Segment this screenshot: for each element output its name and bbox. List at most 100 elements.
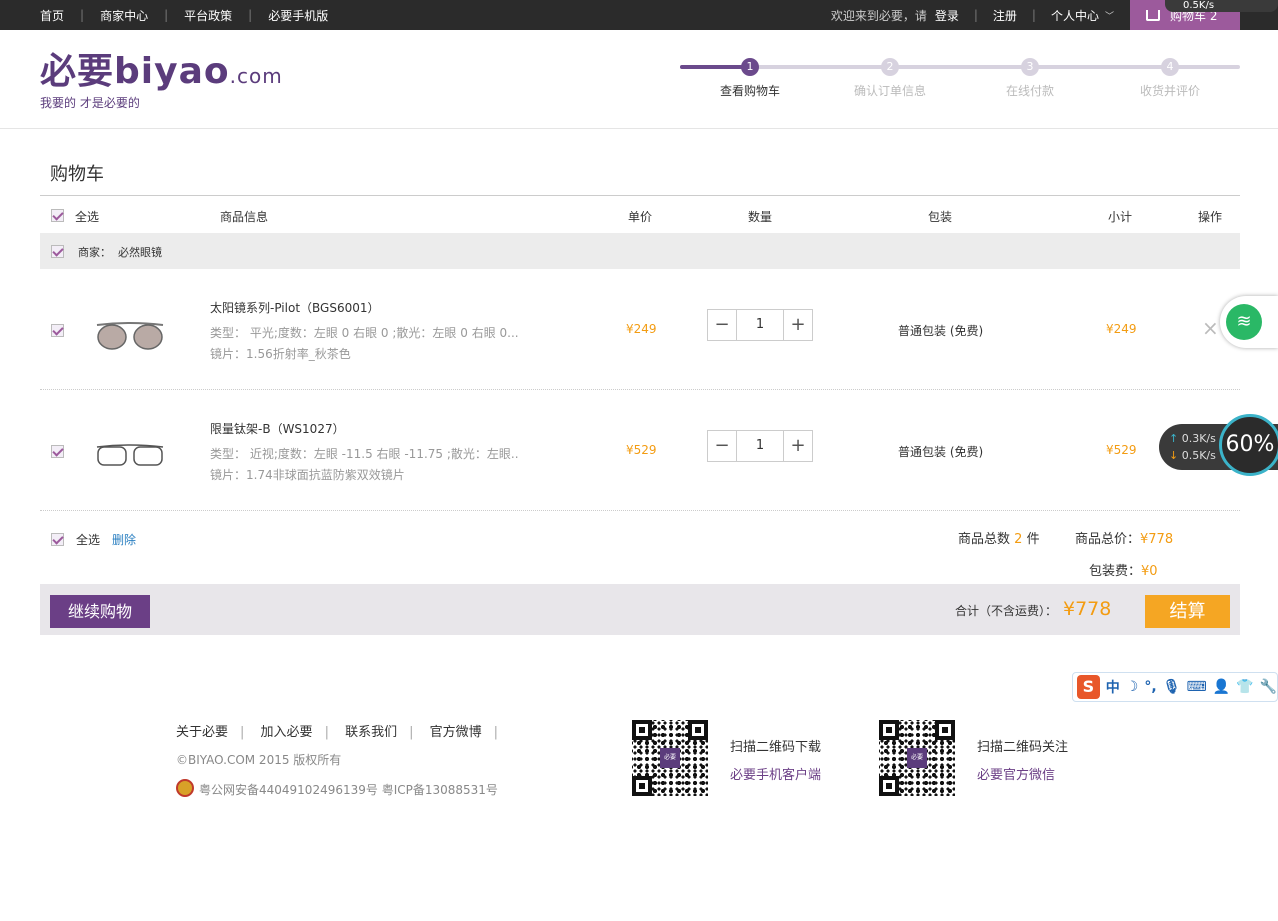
- wifi-icon: ≋: [1226, 304, 1262, 340]
- network-speed-widget[interactable]: ↑ 0.3K/s ↓ 0.5K/s 60%: [1159, 414, 1278, 476]
- step-payment: 3 在线付款: [960, 58, 1100, 99]
- step-review: 4 收货并评价: [1100, 58, 1240, 99]
- item-checkbox[interactable]: [51, 445, 64, 458]
- upload-speed-value: 0.3K/s: [1181, 432, 1216, 445]
- select-all-checkbox[interactable]: [51, 209, 64, 222]
- logo[interactable]: 必要biyao.com 我要的 才是必要的: [40, 52, 283, 111]
- item-type: 类型： 平光;度数：左眼 0 右眼 0 ;散光：左眼 0 右眼 0...: [210, 326, 519, 340]
- qr-code-wechat: 必要: [879, 720, 955, 796]
- top-nav: 首页 | 商家中心 | 平台政策 | 必要手机版: [40, 7, 329, 24]
- shop-checkbox[interactable]: [51, 245, 64, 258]
- nav-policy-link[interactable]: 平台政策: [184, 7, 232, 24]
- step-view-cart: 1 查看购物车: [680, 58, 820, 99]
- logo-text: 必要biyao: [40, 51, 230, 92]
- header-info: 商品信息: [220, 210, 269, 224]
- total-value: ¥778: [1140, 532, 1174, 547]
- download-speed-value: 0.5K/s: [1181, 449, 1216, 462]
- copyright: ©BIYAO.COM 2015 版权所有: [176, 753, 342, 767]
- logo-slogan: 我要的 才是必要的: [40, 96, 140, 110]
- welcome-text: 欢迎来到必要，请: [830, 8, 927, 23]
- delete-icon[interactable]: ×: [1202, 316, 1219, 340]
- step-number: 1: [741, 58, 759, 76]
- pack-fee-value: ¥0: [1141, 564, 1158, 579]
- sogou-icon: S: [1077, 675, 1100, 699]
- sum-value: ¥778: [1063, 598, 1112, 620]
- header-op: 操作: [1198, 210, 1223, 224]
- login-link[interactable]: 登录: [935, 7, 959, 24]
- item-lens: 镜片：1.56折射率_秋茶色: [210, 347, 351, 361]
- speed-top-text: 0.5K/s: [1183, 0, 1215, 11]
- pack-fee: 包装费：¥0: [1089, 560, 1158, 579]
- item-pack: 普通包装 (免费): [898, 324, 984, 338]
- header-qty: 数量: [748, 210, 773, 224]
- item-price: ¥529: [626, 443, 657, 457]
- shop-row: 商家： 必然眼镜: [40, 233, 1240, 269]
- cart-item-row: 限量钛架-B（WS1027） 类型： 近视;度数：左眼 -11.5 右眼 -11…: [40, 390, 1240, 511]
- total-price: 商品总价：¥778: [1075, 528, 1173, 547]
- footer-link-contact[interactable]: 联系我们: [345, 725, 397, 740]
- count-unit: 件: [1026, 532, 1040, 547]
- footer-select-all-checkbox[interactable]: [51, 533, 64, 546]
- qr1-title: 扫描二维码下载: [730, 740, 822, 755]
- item-name[interactable]: 限量钛架-B（WS1027）: [210, 420, 345, 437]
- glasses-image[interactable]: [95, 440, 165, 470]
- footer-link-about[interactable]: 关于必要: [176, 725, 228, 740]
- footer-link-join[interactable]: 加入必要: [261, 725, 313, 740]
- item-pack: 普通包装 (免费): [898, 445, 984, 459]
- count-value: 2: [1014, 532, 1023, 547]
- minus-button[interactable]: −: [708, 431, 736, 461]
- plus-button[interactable]: +: [784, 310, 812, 340]
- footer-link-weibo[interactable]: 官方微博: [430, 725, 482, 740]
- continue-shopping-button[interactable]: 继续购物: [50, 595, 150, 628]
- speed-widget-top: 0.5K/s: [1165, 0, 1278, 12]
- nav-merchant-link[interactable]: 商家中心: [100, 7, 148, 24]
- ime-chinese-mode[interactable]: 中: [1106, 677, 1120, 697]
- qr-center-logo: 必要: [907, 748, 927, 768]
- header-pack: 包装: [928, 210, 953, 224]
- cart-icon: [1146, 9, 1160, 21]
- ime-toolbar[interactable]: S 中 ☽ °, 🎙 ⌨ 👤 👕 🔧: [1072, 672, 1278, 702]
- wifi-widget[interactable]: ≋: [1220, 296, 1278, 348]
- register-link[interactable]: 注册: [993, 7, 1017, 24]
- keyboard-icon: ⌨: [1186, 679, 1207, 695]
- footer-select-all-label: 全选: [76, 533, 101, 547]
- shirt-icon: 👕: [1236, 679, 1254, 695]
- qr1-sub: 必要手机客户端: [730, 768, 822, 783]
- header-subtotal: 小计: [1108, 210, 1133, 224]
- wrench-icon: 🔧: [1259, 679, 1277, 695]
- item-checkbox[interactable]: [51, 324, 64, 337]
- nav-mobile-link[interactable]: 必要手机版: [268, 7, 328, 24]
- step-number: 4: [1161, 58, 1179, 76]
- plus-button[interactable]: +: [784, 431, 812, 461]
- shop-name[interactable]: 必然眼镜: [118, 244, 162, 260]
- quantity-input[interactable]: 1: [736, 431, 784, 461]
- download-speed: ↓ 0.5K/s: [1169, 449, 1216, 462]
- delete-selected-link[interactable]: 删除: [112, 531, 136, 548]
- item-subtotal: ¥529: [1106, 443, 1137, 457]
- checkout-bar: 继续购物 合计（不含运费）： ¥778 结算: [40, 584, 1240, 635]
- qr2-title: 扫描二维码关注: [977, 740, 1069, 755]
- step-confirm-order: 2 确认订单信息: [820, 58, 960, 99]
- step-label: 查看购物车: [719, 84, 780, 98]
- item-type: 类型： 近视;度数：左眼 -11.5 右眼 -11.75 ;散光：左眼..: [210, 447, 519, 461]
- step-number: 2: [881, 58, 899, 76]
- quantity-stepper: − 1 +: [707, 430, 813, 462]
- page-title: 购物车: [50, 164, 104, 185]
- top-bar: 首页 | 商家中心 | 平台政策 | 必要手机版 欢迎来到必要，请 登录 | 注册 | 个…: [0, 0, 1278, 30]
- quantity-input[interactable]: 1: [736, 310, 784, 340]
- quantity-stepper: − 1 +: [707, 309, 813, 341]
- item-name[interactable]: 太阳镜系列-Pilot（BGS6001）: [210, 299, 380, 316]
- minus-button[interactable]: −: [708, 310, 736, 340]
- user-nav: 欢迎来到必要，请 登录 | 注册 | 个人中心 ﹀: [830, 7, 1114, 24]
- checkout-button[interactable]: 结算: [1145, 595, 1230, 628]
- punctuation-icon: °,: [1144, 679, 1157, 695]
- nav-home-link[interactable]: 首页: [40, 7, 64, 24]
- user-icon: 👤: [1212, 679, 1231, 695]
- icp-text: 粤公网安备44049102496139号 粤ICP备13088531号: [199, 783, 498, 797]
- checkout-steps: 1 查看购物车 2 确认订单信息 3 在线付款 4 收货并评价: [680, 58, 1240, 128]
- footer-links: 关于必要 | 加入必要 | 联系我们 | 官方微博 |: [176, 725, 499, 740]
- personal-center-link[interactable]: 个人中心: [1051, 7, 1099, 24]
- count-label: 商品总数: [958, 532, 1011, 547]
- sunglasses-image[interactable]: [95, 319, 165, 353]
- qr-code-app: 必要: [632, 720, 708, 796]
